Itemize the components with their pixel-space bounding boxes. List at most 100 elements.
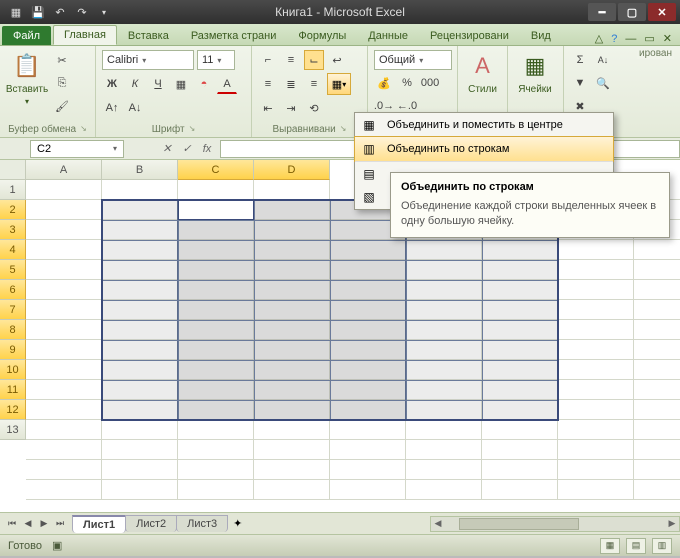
cell[interactable] <box>26 340 102 360</box>
cell[interactable] <box>558 420 634 440</box>
tab-view[interactable]: Вид <box>520 26 562 45</box>
cell[interactable] <box>558 300 634 320</box>
comma-icon[interactable]: 000 <box>420 73 440 93</box>
name-box[interactable]: C2 ▾ <box>30 140 124 158</box>
horizontal-scrollbar[interactable]: ◀ ▶ <box>430 516 680 532</box>
cell[interactable] <box>558 400 634 420</box>
tab-formulas[interactable]: Формулы <box>287 26 357 45</box>
scroll-right-icon[interactable]: ▶ <box>665 518 679 529</box>
cell[interactable] <box>330 480 406 500</box>
macro-record-icon[interactable]: ▣ <box>52 539 62 552</box>
window-close-icon[interactable]: ✕ <box>663 32 672 45</box>
align-bottom-icon[interactable]: ⌙ <box>304 50 324 70</box>
cell[interactable] <box>178 180 254 200</box>
cell[interactable] <box>558 240 634 260</box>
cell[interactable] <box>178 420 254 440</box>
first-sheet-icon[interactable]: ⏮ <box>4 516 20 532</box>
next-sheet-icon[interactable]: ▶ <box>36 516 52 532</box>
align-top-icon[interactable]: ⌐ <box>258 50 278 70</box>
cell[interactable] <box>634 460 680 480</box>
dialog-launcher-icon[interactable]: ↘ <box>189 124 196 135</box>
cell[interactable] <box>26 220 102 240</box>
menu-item-merge-across[interactable]: ▥ Объединить по строкам <box>354 136 614 162</box>
cancel-edit-icon[interactable]: ✕ <box>158 140 176 158</box>
font-name-combo[interactable]: Calibri▾ <box>102 50 194 70</box>
currency-icon[interactable]: 💰 <box>374 73 394 93</box>
row-header[interactable]: 12 <box>0 400 26 420</box>
tab-insert[interactable]: Вставка <box>117 26 180 45</box>
tab-layout[interactable]: Разметка страни <box>180 26 288 45</box>
row-header[interactable]: 6 <box>0 280 26 300</box>
cell[interactable] <box>558 280 634 300</box>
cell[interactable] <box>634 320 680 340</box>
cell[interactable] <box>558 340 634 360</box>
decrease-indent-icon[interactable]: ⇤ <box>258 98 278 118</box>
increase-indent-icon[interactable]: ⇥ <box>281 98 301 118</box>
cell[interactable] <box>26 320 102 340</box>
cell[interactable] <box>634 260 680 280</box>
page-break-view-icon[interactable]: ▥ <box>652 538 672 554</box>
cells-button[interactable]: ▦ Ячейки <box>514 50 556 95</box>
cell[interactable] <box>254 420 330 440</box>
cell[interactable] <box>26 260 102 280</box>
cell[interactable] <box>330 440 406 460</box>
cell[interactable] <box>406 420 482 440</box>
cell[interactable] <box>634 300 680 320</box>
cell[interactable] <box>558 440 634 460</box>
cell[interactable] <box>634 420 680 440</box>
cell[interactable] <box>482 460 558 480</box>
autosum-icon[interactable]: Σ <box>570 50 590 70</box>
row-header[interactable]: 10 <box>0 360 26 380</box>
select-all-corner[interactable] <box>0 160 26 180</box>
cell[interactable] <box>178 480 254 500</box>
font-size-combo[interactable]: 11▾ <box>197 50 235 70</box>
cell[interactable] <box>254 440 330 460</box>
sheet-tab[interactable]: Лист3 <box>176 515 228 532</box>
cell[interactable] <box>406 460 482 480</box>
align-middle-icon[interactable]: ≡ <box>281 50 301 70</box>
fill-color-button[interactable]: ◓ <box>194 74 214 94</box>
qat-dropdown-icon[interactable]: ▾ <box>96 4 112 20</box>
underline-button[interactable]: Ч <box>148 74 168 94</box>
cell[interactable] <box>26 360 102 380</box>
cell[interactable] <box>482 480 558 500</box>
cell[interactable] <box>330 460 406 480</box>
cell[interactable] <box>482 440 558 460</box>
cell[interactable] <box>26 420 102 440</box>
scrollbar-thumb[interactable] <box>459 518 579 530</box>
cell[interactable] <box>102 180 178 200</box>
cell[interactable] <box>634 360 680 380</box>
cell[interactable] <box>558 480 634 500</box>
cell[interactable] <box>26 380 102 400</box>
percent-icon[interactable]: % <box>397 73 417 93</box>
wrap-text-icon[interactable]: ↩ <box>327 50 347 70</box>
cell[interactable] <box>634 340 680 360</box>
cell[interactable] <box>558 360 634 380</box>
help-icon[interactable]: ? <box>611 33 617 45</box>
dialog-launcher-icon[interactable]: ↘ <box>340 124 347 135</box>
copy-icon[interactable]: ⎘ <box>52 73 72 93</box>
italic-button[interactable]: К <box>125 74 145 94</box>
tab-data[interactable]: Данные <box>357 26 419 45</box>
shrink-font-button[interactable]: A↓ <box>125 98 145 118</box>
format-painter-icon[interactable]: 🖌 <box>52 96 72 116</box>
col-header[interactable]: C <box>178 160 254 180</box>
cell[interactable] <box>558 380 634 400</box>
sort-filter-icon[interactable]: A↓ <box>593 50 613 70</box>
cell[interactable] <box>102 480 178 500</box>
border-button[interactable]: ▦ <box>171 74 191 94</box>
cell[interactable] <box>26 200 102 220</box>
cell[interactable] <box>254 460 330 480</box>
align-center-icon[interactable]: ≣ <box>281 74 301 94</box>
cell[interactable] <box>634 480 680 500</box>
cell[interactable] <box>26 180 102 200</box>
cell[interactable] <box>102 420 178 440</box>
font-color-button[interactable]: A <box>217 74 237 94</box>
last-sheet-icon[interactable]: ⏭ <box>52 516 68 532</box>
number-format-combo[interactable]: Общий▾ <box>374 50 452 70</box>
row-header[interactable]: 4 <box>0 240 26 260</box>
confirm-edit-icon[interactable]: ✓ <box>178 140 196 158</box>
row-header[interactable]: 1 <box>0 180 26 200</box>
cell[interactable] <box>102 440 178 460</box>
prev-sheet-icon[interactable]: ◀ <box>20 516 36 532</box>
